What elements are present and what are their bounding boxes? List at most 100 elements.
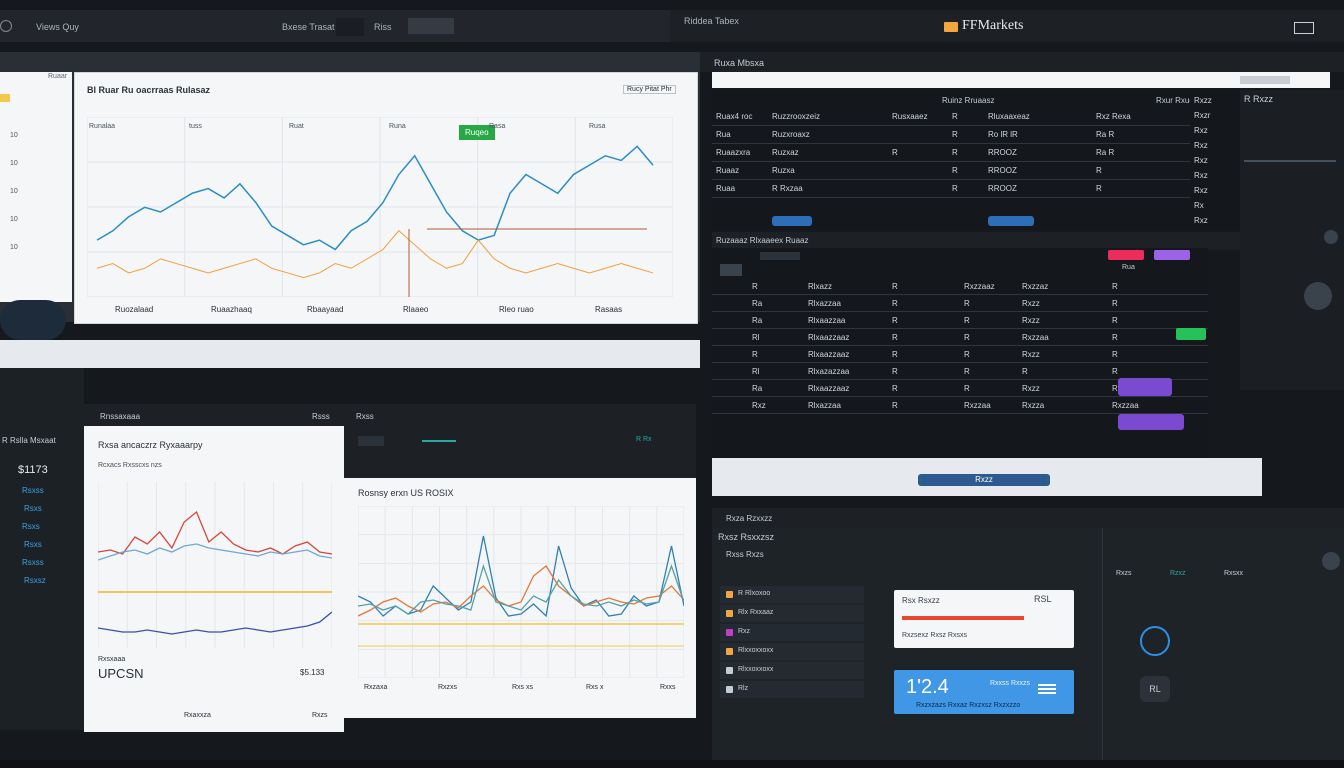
purple-action-1[interactable] — [1118, 378, 1172, 396]
filter-field[interactable] — [760, 252, 800, 260]
toolbar-button[interactable] — [336, 18, 364, 36]
load-more-button[interactable]: Rxzz — [918, 474, 1050, 486]
panel2-status: R Rx — [636, 436, 652, 443]
table-cell: Rxzzaa — [1112, 401, 1139, 410]
sell-button[interactable] — [1108, 250, 1144, 260]
table-header-right: Rxur Rxuo — [1156, 96, 1194, 105]
sidebar-link[interactable]: Rsxs — [22, 522, 40, 531]
right-label: Rxzs — [1116, 570, 1132, 577]
side-column-item[interactable]: Rx — [1194, 201, 1204, 210]
table-cell: Rlxazz — [808, 282, 833, 291]
orders-table: Ruinz Rruaasz Rxur Rxuo Ruax4 roc Ruzzroo… — [712, 90, 1194, 230]
table-row[interactable]: Ra Rlxazzaa R R Rxzz R — [712, 295, 1208, 312]
app-title: Views Quy — [36, 22, 79, 32]
table-cell: R — [1096, 166, 1102, 175]
table-cell: Rxz — [752, 401, 766, 410]
list-item[interactable]: Rlx Rxxaaz — [720, 605, 864, 622]
side-column-item[interactable]: Rxz — [1194, 156, 1208, 165]
table-cell: Ruzxa — [772, 166, 795, 175]
status-toggle-green[interactable] — [1176, 328, 1206, 340]
toolbar-field[interactable] — [408, 18, 454, 34]
table-row[interactable]: Ruaaz Ruzxa R RROOZ R — [712, 162, 1190, 180]
menu-icon[interactable] — [1038, 684, 1056, 686]
side-column-item[interactable]: Rxzz — [1194, 96, 1212, 105]
bottom-right-heading: Rxsz Rsxxzsz — [718, 532, 774, 542]
center-label[interactable]: Bxese Trasat — [282, 22, 335, 32]
panel1-footer-right: $5.133 — [300, 668, 325, 677]
table-cell: R — [892, 384, 898, 393]
side-column-item[interactable]: Rxz — [1194, 171, 1208, 180]
side-column-item[interactable]: Rxz — [1194, 186, 1208, 195]
table-row[interactable]: R Rlxaazzaaz R R Rxzz R — [712, 346, 1208, 363]
side-column-item[interactable]: Rxzr — [1194, 111, 1210, 120]
table-cell: R — [752, 282, 758, 291]
sidebar-link[interactable]: Rsxsz — [24, 576, 46, 585]
chart-header-button[interactable]: Rucy Pitat Phr — [623, 85, 676, 94]
balance-value: $1173 — [18, 464, 48, 476]
panel2-field[interactable] — [358, 436, 384, 446]
cog-icon[interactable] — [1324, 230, 1338, 244]
highlight-card[interactable]: 1'2.4 Rxxss Rxxzs Rxzxzazs Rxxaz Rxzxsz … — [894, 670, 1074, 714]
table-cell: Rxzz — [1022, 316, 1040, 325]
sidebar-link[interactable]: Rsxss — [22, 486, 44, 495]
list-item[interactable]: R Rlxoxoo — [720, 586, 864, 603]
table-cell: Rxzzaaz — [964, 282, 995, 291]
search-bar[interactable] — [712, 72, 1330, 88]
table-cell: R — [892, 148, 898, 157]
network-icon[interactable] — [1140, 626, 1170, 656]
table-cell: Rlxazzaa — [808, 299, 841, 308]
purple-action-2[interactable] — [1118, 414, 1184, 430]
window-icon[interactable] — [1294, 22, 1314, 34]
folder-icon — [726, 648, 733, 655]
right-labels: Rxzs Rzxz Rxsxx — [1116, 570, 1243, 600]
table-row[interactable]: Ruax4 roc Ruzzrooxzeiz Rusxaaez R Rluxaaxeaz… — [712, 108, 1190, 126]
bottom-label: Rxzs — [312, 712, 328, 719]
sidebar-toggle[interactable] — [0, 300, 66, 340]
table-cell: R — [892, 401, 898, 410]
list-item-label: Rlz — [738, 685, 749, 692]
sidebar-link[interactable]: Rsxs — [24, 540, 42, 549]
side-column-item[interactable]: Rxz — [1194, 216, 1208, 225]
search-field[interactable] — [1240, 76, 1290, 84]
filter-chip[interactable] — [720, 264, 742, 276]
side-column-item[interactable]: Rxz — [1194, 126, 1208, 135]
table-row[interactable]: Ruaa R Rxzaa R RROOZ R — [712, 180, 1190, 198]
bottom-right-subheading: Rxss Rxzs — [726, 550, 764, 559]
table-cell: R — [1112, 384, 1118, 393]
main-line-chart — [86, 116, 674, 298]
sidebar-link[interactable]: Rsxs — [24, 504, 42, 513]
panel2-title: Rxss — [356, 412, 374, 421]
panel1-chart — [98, 482, 332, 648]
circle-icon[interactable] — [0, 20, 12, 32]
table-row[interactable]: R Rlxazz R Rxzzaaz Rxzzaz R — [712, 278, 1208, 295]
table-row[interactable]: Rl Rlxaazzaaz R R Rxzzaa R — [712, 329, 1208, 346]
row-tag[interactable] — [988, 216, 1034, 226]
list-item[interactable]: Rlxxoxxoxx — [720, 643, 864, 660]
panel2-titlebar: Rxss R Rx — [344, 404, 696, 478]
table-cell: Rxz Rexa — [1096, 112, 1131, 121]
avatar[interactable] — [1322, 552, 1340, 570]
toolbar-link[interactable]: Riss — [374, 22, 392, 32]
row-tag[interactable] — [772, 216, 812, 226]
table-cell: R — [892, 316, 898, 325]
list-item[interactable]: Rlxxoxxoxx — [720, 662, 864, 679]
user-icon[interactable] — [1304, 282, 1332, 310]
folder-icon — [726, 610, 733, 617]
bottom-axis-label: Rlaaeo — [403, 305, 429, 314]
table-row[interactable]: Ra Rlxaazzaa R R Rxzz R — [712, 312, 1208, 329]
side-column-item[interactable]: Rxz — [1194, 141, 1208, 150]
table-row[interactable]: Ruaazxra Ruzxaz R R RROOZ Ra R — [712, 144, 1190, 162]
top-toolbar: Views Quy Bxese Trasat Riss — [0, 10, 670, 42]
list-item[interactable]: Rxz — [720, 624, 864, 641]
library-icon[interactable]: RL — [1140, 676, 1170, 702]
table-cell: R — [964, 316, 970, 325]
buy-button[interactable] — [1154, 250, 1190, 260]
right-toolbar-label[interactable]: Riddea Tabex — [684, 16, 739, 26]
list-item[interactable]: Rlz — [720, 681, 864, 698]
table-row[interactable]: Rxz Rlxazzaa R Rxzzaa Rxzza Rxzzaa — [712, 397, 1208, 414]
sidebar-link[interactable]: Rsxss — [22, 558, 44, 567]
table-cell: RROOZ — [988, 166, 1017, 175]
table-row[interactable]: Rua Ruzxroaxz R Ro lR lR Ra R — [712, 126, 1190, 144]
sidebar-tab[interactable]: Ruaar — [48, 73, 67, 80]
bottom-axis-label: Rleo ruao — [499, 305, 534, 314]
